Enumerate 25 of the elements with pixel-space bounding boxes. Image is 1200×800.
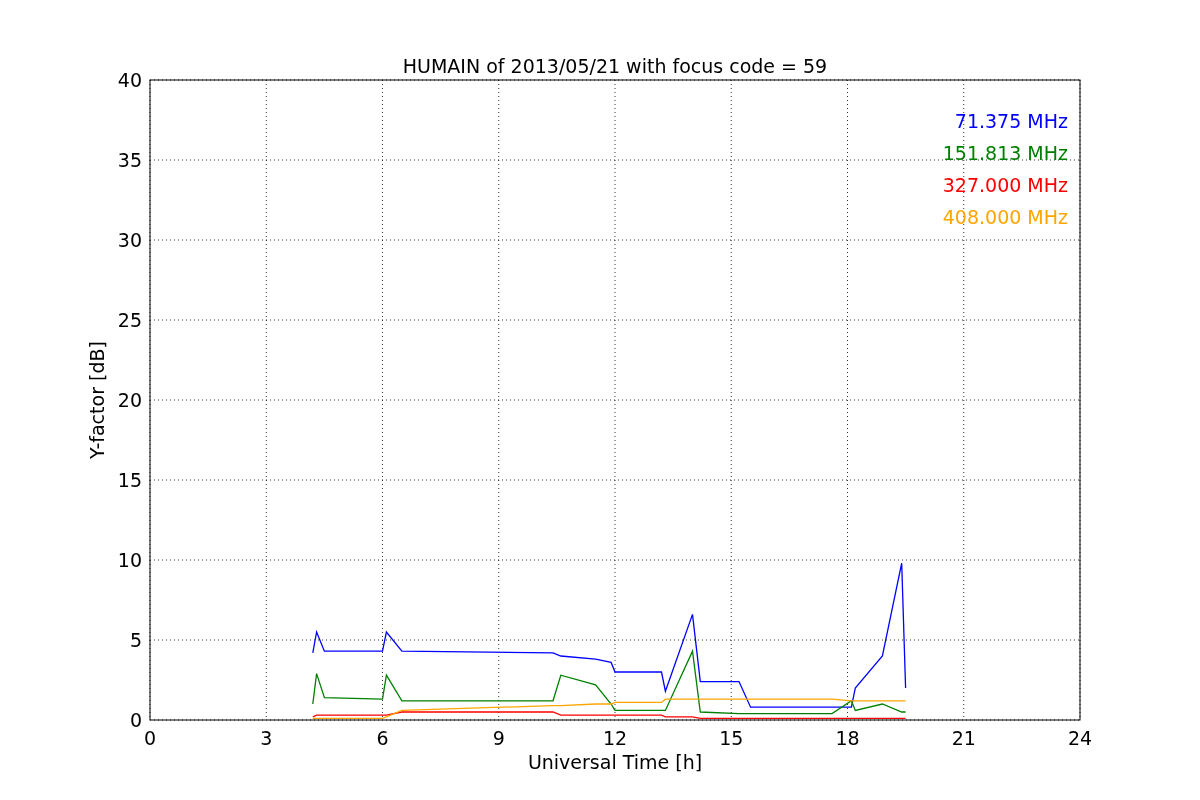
- tick-label: 24: [1067, 727, 1093, 749]
- axis-label: Universal Time [h]: [527, 751, 703, 773]
- tick-label: 0: [129, 709, 142, 731]
- axis-label: Y-factor [dB]: [86, 341, 108, 459]
- tick-label: 12: [602, 727, 628, 749]
- tick-label: 21: [951, 727, 976, 749]
- tick-label: 30: [117, 229, 142, 251]
- chart-title: HUMAIN of 2013/05/21 with focus code = 59: [402, 55, 828, 77]
- tick-label: 6: [376, 727, 389, 749]
- legend-label: 327.000 MHz: [942, 174, 1068, 196]
- tick-label: 5: [129, 629, 142, 651]
- legend-label: 71.375 MHz: [954, 110, 1068, 132]
- tick-label: 18: [835, 727, 860, 749]
- legend-label: 151.813 MHz: [942, 142, 1068, 164]
- tick-label: 9: [492, 727, 505, 749]
- legend-label: 408.000 MHz: [942, 206, 1068, 228]
- tick-label: 15: [117, 469, 142, 491]
- tick-label: 15: [719, 727, 744, 749]
- tick-label: 20: [117, 389, 142, 411]
- tick-label: 25: [117, 309, 142, 331]
- tick-label: 3: [260, 727, 273, 749]
- tick-label: 40: [117, 69, 142, 91]
- tick-label: 0: [143, 727, 157, 749]
- tick-label: 35: [117, 149, 142, 171]
- tick-label: 10: [117, 549, 142, 571]
